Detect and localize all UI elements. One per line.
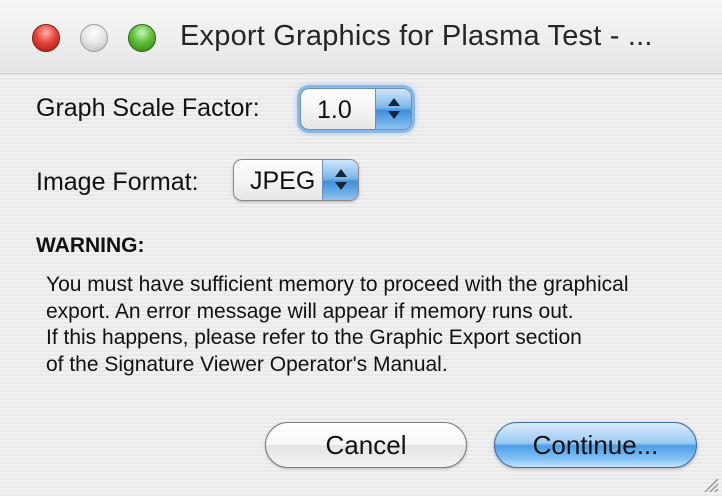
image-format-label: Image Format: [36,168,199,196]
image-format-value: JPEG [250,167,316,195]
warning-message: You must have sufficient memory to proce… [46,272,716,378]
minimize-window-icon[interactable] [80,24,108,52]
scale-factor-value: 1.0 [317,96,352,124]
window-title: Export Graphics for Plasma Test - ... [180,20,653,52]
title-bar[interactable]: Export Graphics for Plasma Test - ... [0,0,722,74]
warning-line: If this happens, please refer to the Gra… [46,326,582,349]
image-format-select[interactable]: JPEG [233,159,359,201]
popup-arrows-icon [322,160,358,200]
export-graphics-dialog: Export Graphics for Plasma Test - ... Gr… [0,0,722,496]
stepper-arrows-icon [375,89,411,129]
warning-line: You must have sufficient memory to proce… [46,273,629,296]
resize-grip-icon[interactable] [699,473,719,493]
continue-button[interactable]: Continue... [494,422,697,468]
warning-line: export. An error message will appear if … [46,299,574,323]
cancel-button[interactable]: Cancel [265,422,467,468]
scale-factor-label: Graph Scale Factor: [36,94,260,122]
scale-factor-select[interactable]: 1.0 [300,88,412,130]
warning-heading: WARNING: [36,234,145,257]
close-window-icon[interactable] [32,24,60,52]
zoom-window-icon[interactable] [128,24,156,52]
warning-line: of the Signature Viewer Operator's Manua… [46,352,448,376]
